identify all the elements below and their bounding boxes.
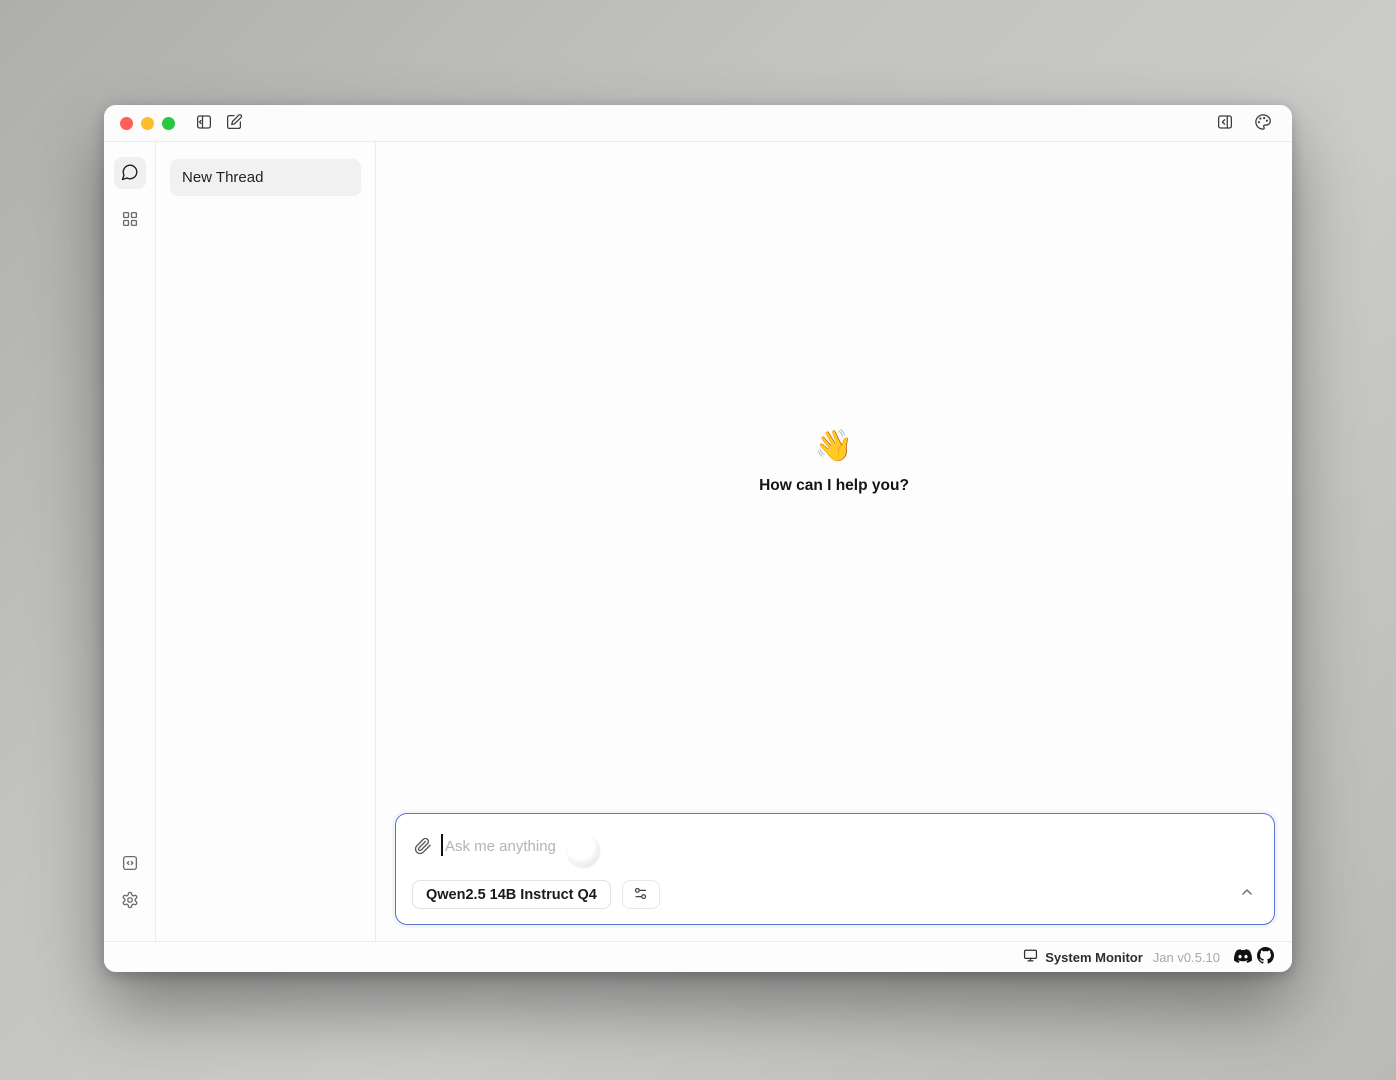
traffic-lights (120, 117, 175, 130)
zoom-button[interactable] (162, 117, 175, 130)
toggle-right-panel-button[interactable] (1212, 110, 1238, 136)
discord-link-button[interactable] (1232, 946, 1254, 968)
collapse-composer-button[interactable] (1234, 880, 1260, 906)
status-bar: System Monitor Jan v0.5.10 (104, 941, 1292, 972)
main-chat-area: 👋 How can I help you? Qwen2.5 14B Instru… (376, 142, 1292, 941)
waving-hand-emoji: 👋 (815, 430, 854, 461)
model-selector-button[interactable]: Qwen2.5 14B Instruct Q4 (412, 880, 611, 909)
sidebar-item-hub[interactable] (114, 204, 146, 236)
thread-list-panel: New Thread (156, 142, 376, 941)
panel-left-icon (195, 113, 213, 134)
app-version-label: Jan v0.5.10 (1153, 950, 1220, 965)
theme-palette-button[interactable] (1250, 110, 1276, 136)
monitor-icon (1023, 948, 1038, 966)
titlebar (104, 105, 1292, 142)
sidebar-item-settings[interactable] (114, 885, 146, 917)
system-monitor-label: System Monitor (1045, 950, 1143, 965)
sliders-icon (633, 886, 648, 904)
github-link-button[interactable] (1254, 946, 1276, 968)
minimize-button[interactable] (141, 117, 154, 130)
titlebar-right (1200, 110, 1276, 136)
desktop-background: { "titlebar": { "close": "close", "minim… (0, 0, 1396, 1080)
thread-list-item[interactable]: New Thread (170, 159, 361, 196)
composer-toolbar: Qwen2.5 14B Instruct Q4 (412, 880, 660, 909)
model-name-label: Qwen2.5 14B Instruct Q4 (426, 887, 597, 903)
discord-icon (1234, 947, 1252, 968)
chat-bubble-icon (121, 163, 139, 184)
new-thread-button[interactable] (221, 110, 247, 136)
close-button[interactable] (120, 117, 133, 130)
window-body: New Thread 👋 How can I help you? Qwen2.5… (104, 142, 1292, 941)
app-window: New Thread 👋 How can I help you? Qwen2.5… (104, 105, 1292, 972)
model-settings-button[interactable] (622, 880, 660, 909)
chevron-up-icon (1239, 884, 1255, 903)
sidebar-item-threads[interactable] (114, 157, 146, 189)
gear-icon (121, 891, 139, 912)
grid-icon (121, 210, 139, 231)
thread-title: New Thread (182, 169, 263, 186)
greeting-text: How can I help you? (759, 477, 909, 495)
edit-icon (225, 113, 243, 134)
panel-right-icon (1216, 113, 1234, 134)
message-input[interactable] (445, 834, 865, 858)
attach-file-button[interactable] (412, 836, 434, 858)
sidebar (104, 142, 156, 941)
sidebar-item-local-api-server[interactable] (114, 848, 146, 880)
system-monitor-button[interactable]: System Monitor (1023, 948, 1143, 966)
palette-icon (1254, 113, 1272, 134)
github-icon (1257, 947, 1274, 967)
message-composer[interactable]: Qwen2.5 14B Instruct Q4 (395, 813, 1275, 925)
code-square-icon (121, 854, 139, 875)
cursor-highlight (567, 834, 600, 867)
empty-state-greeting: 👋 How can I help you? (376, 430, 1292, 495)
text-caret (441, 834, 443, 856)
paperclip-icon (414, 837, 432, 858)
toggle-left-panel-button[interactable] (191, 110, 217, 136)
